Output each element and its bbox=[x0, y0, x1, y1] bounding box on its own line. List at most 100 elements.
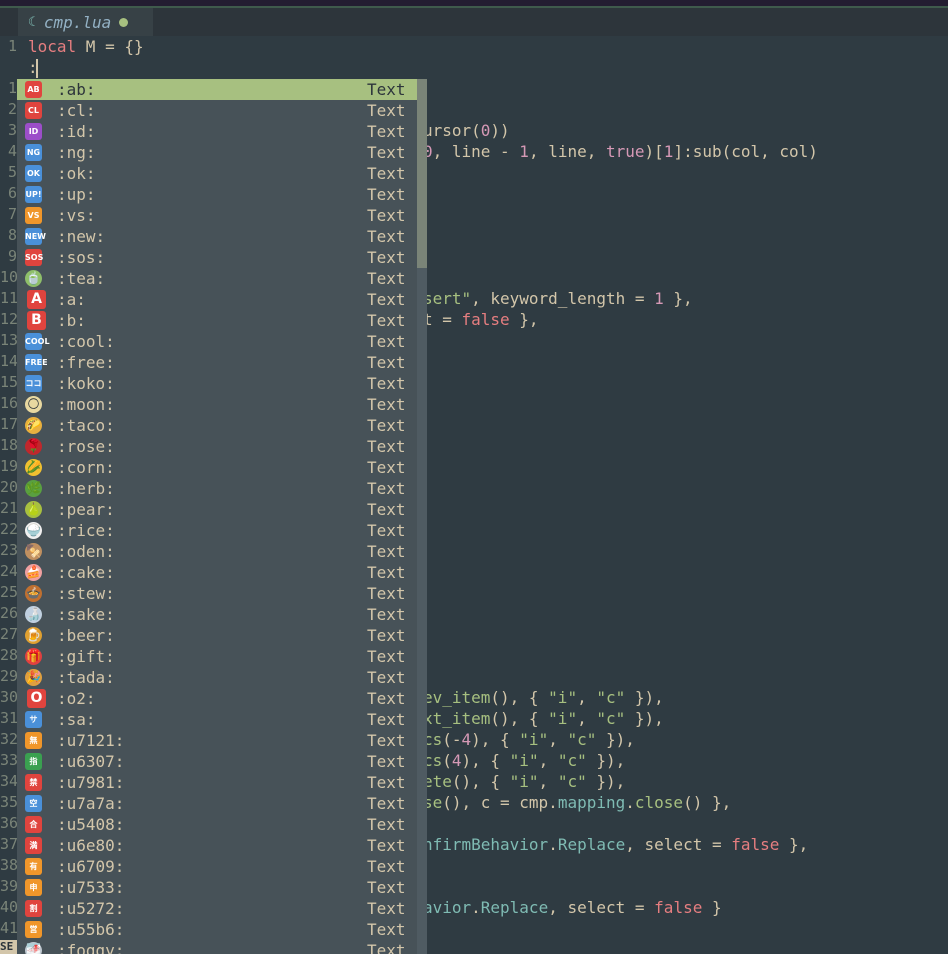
line-number: 8 bbox=[7, 226, 17, 244]
completion-item[interactable]: B:b: Text bbox=[17, 310, 417, 331]
completion-item-kind: Text bbox=[367, 815, 406, 834]
emoji-icon: 🌽 bbox=[25, 459, 42, 476]
completion-item[interactable]: FREE:free: Text bbox=[17, 352, 417, 373]
completion-item[interactable]: UP!:up: Text bbox=[17, 184, 417, 205]
line-number: 41 bbox=[0, 919, 19, 937]
completion-item[interactable]: SOS:sos: Text bbox=[17, 247, 417, 268]
completion-item[interactable]: 禁:u7981: Text bbox=[17, 772, 417, 793]
completion-item[interactable]: 🍺:beer: Text bbox=[17, 625, 417, 646]
code-line[interactable]: : bbox=[0, 57, 948, 78]
completion-item[interactable]: 🍢:oden: Text bbox=[17, 541, 417, 562]
completion-item[interactable]: AB:ab: Text bbox=[17, 79, 417, 100]
emoji-icon: SOS bbox=[25, 249, 43, 266]
completion-item[interactable]: 🍶:sake: Text bbox=[17, 604, 417, 625]
completion-item[interactable]: 合:u5408: Text bbox=[17, 814, 417, 835]
completion-item-kind: Text bbox=[367, 584, 406, 603]
completion-item-kind: Text bbox=[367, 899, 406, 918]
completion-item-abbr: :stew: bbox=[57, 584, 115, 603]
emoji-icon: 指 bbox=[25, 753, 42, 770]
completion-item-kind: Text bbox=[367, 353, 406, 372]
emoji-icon: OK bbox=[25, 165, 42, 182]
completion-item[interactable]: OK:ok: Text bbox=[17, 163, 417, 184]
completion-item-kind: Text bbox=[367, 101, 406, 120]
completion-item[interactable]: 🌁:foggy: Text bbox=[17, 940, 417, 954]
completion-item[interactable]: ココ:koko: Text bbox=[17, 373, 417, 394]
emoji-icon: AB bbox=[25, 81, 42, 98]
emoji-icon: 🍲 bbox=[25, 585, 42, 602]
line-number: 1 bbox=[7, 79, 17, 97]
emoji-icon: 満 bbox=[25, 837, 42, 854]
line-number: 12 bbox=[0, 310, 19, 328]
emoji-icon: 🎉 bbox=[25, 669, 42, 686]
completion-scrollbar-track[interactable] bbox=[417, 268, 427, 954]
emoji-icon: ココ bbox=[25, 375, 42, 392]
completion-item-kind: Text bbox=[367, 836, 406, 855]
emoji-icon: 空 bbox=[25, 795, 42, 812]
completion-scrollbar-thumb[interactable] bbox=[417, 79, 427, 268]
completion-item[interactable]: 🌮:taco: Text bbox=[17, 415, 417, 436]
emoji-icon: 無 bbox=[25, 732, 42, 749]
completion-menu[interactable]: AB:ab: Text CL:cl: Text ID:id: Text NG:ng: Text… bbox=[17, 79, 427, 954]
code-line[interactable]: 1 local M = {} bbox=[0, 36, 948, 57]
completion-item-kind: Text bbox=[367, 458, 406, 477]
completion-item-abbr: :ok: bbox=[57, 164, 96, 183]
completion-item-abbr: :u5272: bbox=[57, 899, 125, 918]
emoji-icon: 🍢 bbox=[25, 543, 42, 560]
emoji-icon: 🌹 bbox=[25, 438, 42, 455]
completion-item[interactable]: ID:id: Text bbox=[17, 121, 417, 142]
emoji-icon: 有 bbox=[25, 858, 42, 875]
completion-item-abbr: :free: bbox=[57, 353, 115, 372]
line-number: 27 bbox=[0, 625, 19, 643]
completion-item[interactable]: 🍚:rice: Text bbox=[17, 520, 417, 541]
line-number: 17 bbox=[0, 415, 19, 433]
completion-item-abbr: :cl: bbox=[57, 101, 96, 120]
line-number: 28 bbox=[0, 646, 19, 664]
emoji-icon: B bbox=[27, 311, 46, 330]
completion-item-abbr: :corn: bbox=[57, 458, 115, 477]
completion-item[interactable]: 割:u5272: Text bbox=[17, 898, 417, 919]
completion-item[interactable]: 🌕:moon: Text bbox=[17, 394, 417, 415]
completion-item-abbr: :a: bbox=[57, 290, 86, 309]
completion-item[interactable]: 無:u7121: Text bbox=[17, 730, 417, 751]
line-number: 34 bbox=[0, 772, 19, 790]
completion-item-abbr: :b: bbox=[57, 311, 86, 330]
completion-item[interactable]: CL:cl: Text bbox=[17, 100, 417, 121]
line-number: 10 bbox=[0, 268, 19, 286]
completion-item[interactable]: COOL:cool: Text bbox=[17, 331, 417, 352]
completion-item[interactable]: 🍲 :stew: Text bbox=[17, 583, 417, 604]
completion-item[interactable]: サ:sa: Text bbox=[17, 709, 417, 730]
completion-item[interactable]: NEW:new: Text bbox=[17, 226, 417, 247]
line-number: 1 bbox=[7, 37, 17, 55]
completion-item-abbr: :rose: bbox=[57, 437, 115, 456]
line-number: 24 bbox=[0, 562, 19, 580]
completion-item[interactable]: 満:u6e80: Text bbox=[17, 835, 417, 856]
completion-item[interactable]: 🍵:tea: Text bbox=[17, 268, 417, 289]
completion-item[interactable]: 🌿:herb: Text bbox=[17, 478, 417, 499]
completion-item[interactable]: 🌽 :corn: Text bbox=[17, 457, 417, 478]
completion-item[interactable]: 🍰:cake: Text bbox=[17, 562, 417, 583]
completion-item[interactable]: 営:u55b6: Text bbox=[17, 919, 417, 940]
line-number: 21 bbox=[0, 499, 19, 517]
completion-item[interactable]: 🍐:pear: Text bbox=[17, 499, 417, 520]
emoji-icon: サ bbox=[25, 711, 42, 728]
completion-item[interactable]: A:a: Text bbox=[17, 289, 417, 310]
completion-item[interactable]: 有:u6709: Text bbox=[17, 856, 417, 877]
completion-item[interactable]: 空:u7a7a: Text bbox=[17, 793, 417, 814]
completion-item[interactable]: O:o2: Text bbox=[17, 688, 417, 709]
completion-item[interactable]: 🌹:rose: Text bbox=[17, 436, 417, 457]
buffer-tab[interactable]: ☾ cmp.lua bbox=[18, 8, 153, 36]
emoji-icon: VS bbox=[25, 207, 42, 224]
completion-item[interactable]: 🎉:tada: Text bbox=[17, 667, 417, 688]
completion-item-kind: Text bbox=[367, 122, 406, 141]
completion-item-abbr: :sake: bbox=[57, 605, 115, 624]
completion-item[interactable]: NG:ng: Text bbox=[17, 142, 417, 163]
completion-item[interactable]: 指:u6307: Text bbox=[17, 751, 417, 772]
line-number: 29 bbox=[0, 667, 19, 685]
completion-item[interactable]: 申:u7533: Text bbox=[17, 877, 417, 898]
completion-item[interactable]: VS:vs: Text bbox=[17, 205, 417, 226]
completion-item-kind: Text bbox=[367, 269, 406, 288]
buffer-tab-filename: cmp.lua bbox=[43, 12, 112, 32]
completion-item[interactable]: 🎁:gift: Text bbox=[17, 646, 417, 667]
line-number: 7 bbox=[7, 205, 17, 223]
completion-item-abbr: :id: bbox=[57, 122, 96, 141]
